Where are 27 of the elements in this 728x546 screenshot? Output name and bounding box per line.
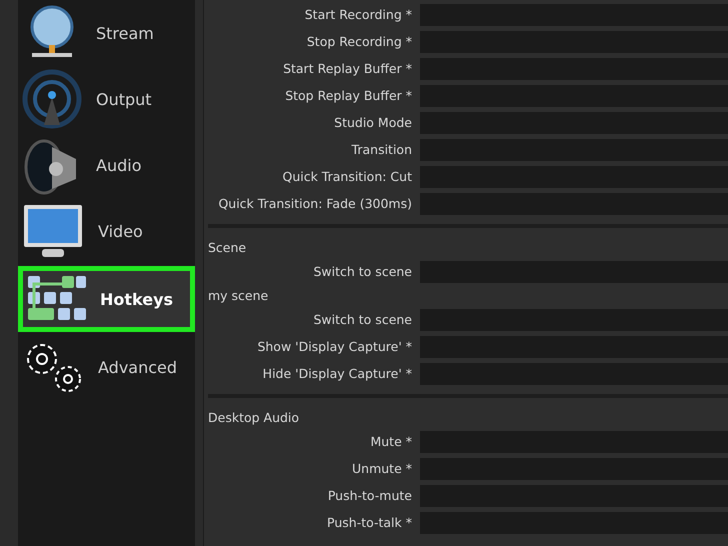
hotkey-label: Push-to-talk *: [326, 515, 413, 530]
sidebar-item[interactable]: Audio: [18, 132, 195, 198]
hotkey-label: Switch to scene: [312, 312, 413, 327]
group-title: Scene: [208, 239, 246, 257]
hotkey-label: Hide 'Display Capture' *: [262, 366, 413, 381]
hotkey-label: Transition: [350, 142, 413, 157]
hotkey-label: Quick Transition: Cut: [281, 169, 413, 184]
hotkey-label: Mute *: [369, 434, 413, 449]
hotkey-label: Start Recording *: [304, 7, 413, 22]
hotkey-label: Switch to scene: [312, 264, 413, 279]
sidebar-item[interactable]: Advanced: [18, 334, 195, 400]
sidebar-item[interactable]: Video: [18, 198, 195, 264]
hotkey-label: Stop Recording *: [306, 34, 413, 49]
hotkey-label: Quick Transition: Fade (300ms): [217, 196, 413, 211]
monitor-icon: [22, 203, 84, 259]
hotkey-label: Start Replay Buffer *: [282, 61, 413, 76]
broadcast-antenna-icon: [22, 69, 82, 129]
sidebar-item[interactable]: Stream: [18, 0, 195, 66]
hotkey-label: Studio Mode: [333, 115, 413, 130]
group-title: Desktop Audio: [208, 409, 300, 427]
hotkey-label: Unmute *: [351, 461, 413, 476]
sidebar-item[interactable]: Output: [18, 66, 195, 132]
hotkey-label: Push-to-mute: [326, 488, 413, 503]
group-title: my scene: [208, 287, 268, 305]
hotkey-label: Show 'Display Capture' *: [256, 339, 413, 354]
hotkey-label: Stop Replay Buffer *: [284, 88, 413, 103]
sidebar-item[interactable]: Hotkeys: [22, 270, 191, 328]
